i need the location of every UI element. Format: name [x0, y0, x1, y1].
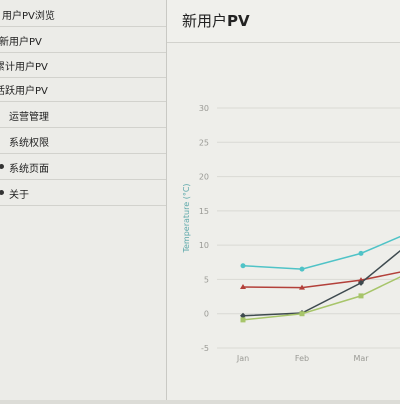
data-point	[299, 311, 305, 317]
panel-header: 新用户PV	[167, 0, 400, 43]
series-line	[242, 276, 400, 321]
x-tick-label: Jan	[236, 354, 249, 363]
x-tick-label: Feb	[295, 354, 309, 363]
sidebar-item-label: 活跃用户PV	[0, 85, 48, 97]
x-tick-label: Mar	[353, 354, 369, 363]
sidebar-item-permissions[interactable]: 系统权限	[0, 129, 166, 154]
page-title-prefix: 新用户	[182, 12, 228, 30]
sidebar-item-label: 用户PV浏览	[2, 10, 55, 22]
data-point	[240, 317, 246, 323]
sidebar-item-label: 系统权限	[9, 137, 49, 149]
y-tick-label: 0	[204, 310, 209, 319]
sidebar-item-operations[interactable]: 运营管理	[0, 103, 166, 128]
series-line	[242, 235, 400, 270]
y-tick-label: 20	[199, 173, 209, 182]
y-tick-label: 5	[204, 275, 209, 284]
sidebar-item-label: 系统页面	[9, 163, 49, 175]
data-point	[358, 293, 364, 299]
y-tick-label: -5	[201, 344, 209, 353]
series-line	[242, 249, 400, 317]
y-tick-label: 25	[199, 138, 209, 147]
sidebar-item-system-pages[interactable]: 系统页面	[0, 155, 166, 180]
page-title: 新用户PV	[182, 10, 250, 31]
sidebar-item-label: 运营管理	[9, 111, 49, 123]
data-point	[240, 263, 246, 269]
sidebar-item-new-user-pv[interactable]: 新用户PV	[0, 28, 166, 53]
sidebar: 用户PV浏览 新用户PV 累计用户PV 活跃用户PV 运营管理 系统权限 系统页…	[0, 0, 167, 400]
sidebar-item-label: 关于	[9, 189, 29, 201]
y-tick-label: 10	[199, 241, 209, 250]
bullet-icon	[0, 164, 4, 169]
sidebar-item-active-user-pv[interactable]: 活跃用户PV	[0, 77, 166, 102]
line-chart: 30 25 20 15 10 5 0 -5 Jan Feb Mar Temperature (°C)	[182, 104, 400, 363]
data-point	[299, 266, 305, 272]
bullet-icon	[0, 190, 4, 195]
y-tick-label: 15	[199, 207, 209, 216]
chart-area: 30 25 20 15 10 5 0 -5 Jan Feb Mar Temperature (°C)	[167, 43, 400, 400]
sidebar-item-user-pv-browse[interactable]: 用户PV浏览	[0, 2, 166, 27]
page-title-suffix: PV	[227, 12, 250, 30]
main-panel: 新用户PV 30 25 20 15 10 5 0 -5 Jan Feb Mar Temperature…	[167, 0, 400, 400]
sidebar-item-label: 新用户PV	[0, 36, 42, 48]
sidebar-item-label: 累计用户PV	[0, 61, 48, 73]
sidebar-item-cumulative-user-pv[interactable]: 累计用户PV	[0, 53, 166, 78]
y-axis-label: Temperature (°C)	[182, 183, 191, 253]
y-tick-label: 30	[199, 104, 209, 113]
sidebar-item-about[interactable]: 关于	[0, 181, 166, 206]
data-point	[358, 250, 364, 256]
